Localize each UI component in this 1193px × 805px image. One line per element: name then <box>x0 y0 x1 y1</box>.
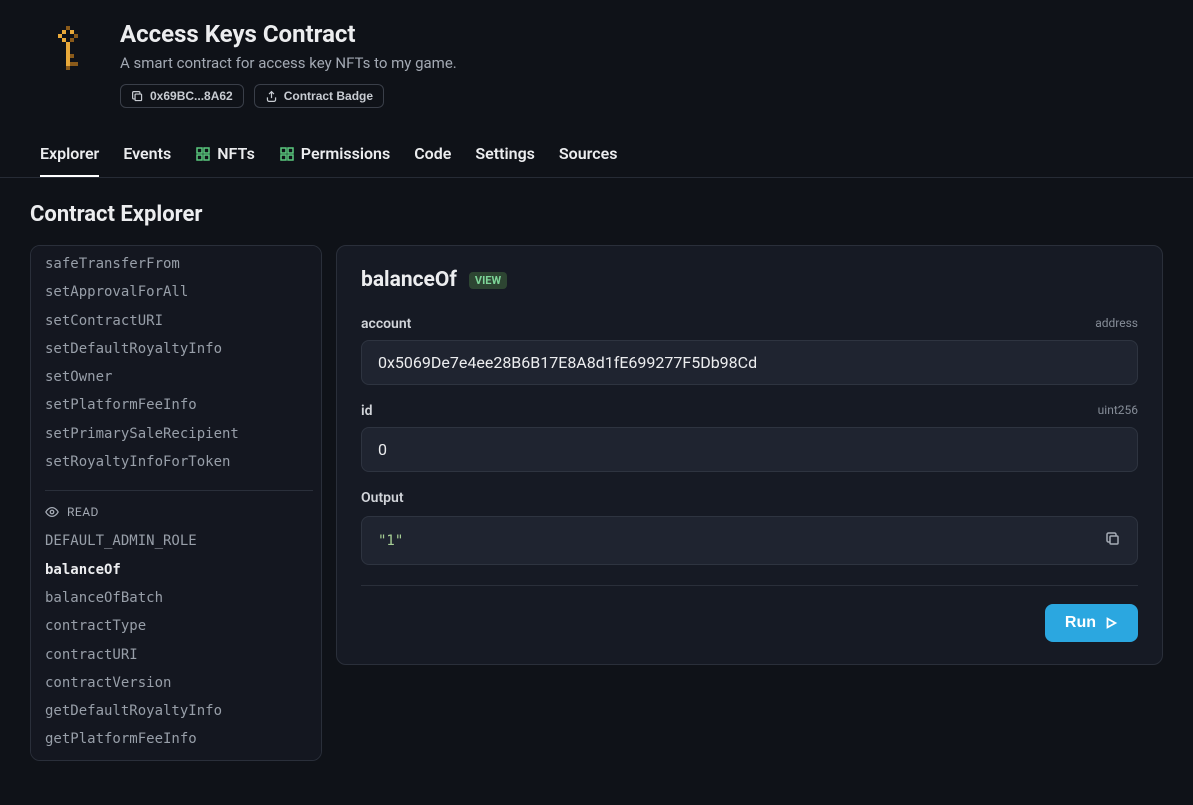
function-name: balanceOf <box>361 268 457 292</box>
main-tabs: Explorer Events NFTs Permissions Code Setting… <box>0 132 1193 178</box>
function-panel: balanceOf VIEW account address id uint256 O… <box>336 245 1163 665</box>
field-label: id <box>361 403 373 419</box>
tab-label: Sources <box>559 144 618 163</box>
sidebar-item-balanceOfBatch[interactable]: balanceOfBatch <box>45 584 313 612</box>
tab-permissions[interactable]: Permissions <box>279 132 390 177</box>
sidebar-item-contractURI[interactable]: contractURI <box>45 641 313 669</box>
tab-sources[interactable]: Sources <box>559 132 618 177</box>
tab-explorer[interactable]: Explorer <box>40 132 99 177</box>
header-text-block: Access Keys Contract A smart contract fo… <box>120 20 457 108</box>
sidebar-item-getDefaultRoyaltyInfo[interactable]: getDefaultRoyaltyInfo <box>45 697 313 725</box>
id-input[interactable] <box>361 427 1138 472</box>
sidebar-item-contractVersion[interactable]: contractVersion <box>45 669 313 697</box>
tab-label: Explorer <box>40 144 99 163</box>
panel-divider <box>361 585 1138 586</box>
tab-label: Settings <box>475 144 535 163</box>
sidebar-divider <box>45 490 313 491</box>
copy-icon <box>131 90 144 103</box>
sidebar-item-contractType[interactable]: contractType <box>45 612 313 640</box>
sidebar-item-setApprovalForAll[interactable]: setApprovalForAll <box>45 278 313 306</box>
page-title: Contract Explorer <box>0 178 1193 245</box>
sidebar-item-setContractURI[interactable]: setContractURI <box>45 307 313 335</box>
sidebar-item-getPlatformFeeInfo[interactable]: getPlatformFeeInfo <box>45 725 313 753</box>
tab-label: Permissions <box>301 144 390 163</box>
view-badge: VIEW <box>469 272 507 289</box>
sidebar-read-section: READ <box>45 505 313 527</box>
output-box: "1" <box>361 516 1138 565</box>
function-sidebar[interactable]: safeTransferFromsetApprovalForAllsetCont… <box>30 245 322 761</box>
tab-code[interactable]: Code <box>414 132 451 177</box>
eye-icon <box>45 505 59 519</box>
sidebar-item-setRoyaltyInfoForToken[interactable]: setRoyaltyInfoForToken <box>45 448 313 476</box>
copy-address-button[interactable]: 0x69BC...8A62 <box>120 84 244 108</box>
tab-settings[interactable]: Settings <box>475 132 535 177</box>
output-value: "1" <box>378 533 403 549</box>
contract-key-icon <box>40 20 96 76</box>
header-badges: 0x69BC...8A62 Contract Badge <box>120 84 457 108</box>
input-field-id: id uint256 <box>361 403 1138 490</box>
address-short: 0x69BC...8A62 <box>150 89 233 103</box>
run-row: Run <box>361 604 1138 642</box>
run-button[interactable]: Run <box>1045 604 1138 642</box>
sidebar-item-safeTransferFrom[interactable]: safeTransferFrom <box>45 250 313 278</box>
sidebar-item-setPlatformFeeInfo[interactable]: setPlatformFeeInfo <box>45 391 313 419</box>
sidebar-item-setDefaultRoyaltyInfo[interactable]: setDefaultRoyaltyInfo <box>45 335 313 363</box>
field-label: account <box>361 316 411 332</box>
input-field-account: account address <box>361 316 1138 403</box>
contract-badge-button[interactable]: Contract Badge <box>254 84 384 108</box>
tab-label: NFTs <box>217 144 255 163</box>
tab-events[interactable]: Events <box>123 132 171 177</box>
share-icon <box>265 90 278 103</box>
field-type: address <box>1095 316 1138 332</box>
copy-output-button[interactable] <box>1105 531 1121 550</box>
grid-icon <box>195 146 211 162</box>
badge-label: Contract Badge <box>284 89 373 103</box>
sidebar-item-setPrimarySaleRecipient[interactable]: setPrimarySaleRecipient <box>45 420 313 448</box>
field-type: uint256 <box>1098 403 1138 419</box>
contract-subtitle: A smart contract for access key NFTs to … <box>120 54 457 72</box>
play-icon <box>1104 616 1118 630</box>
explorer-body: safeTransferFromsetApprovalForAllsetCont… <box>0 245 1193 761</box>
tab-label: Events <box>123 144 171 163</box>
tab-nfts[interactable]: NFTs <box>195 132 255 177</box>
output-label: Output <box>361 490 1138 506</box>
tab-label: Code <box>414 144 451 163</box>
sidebar-item-setOwner[interactable]: setOwner <box>45 363 313 391</box>
run-label: Run <box>1065 614 1096 632</box>
grid-icon <box>279 146 295 162</box>
sidebar-item-getRoleAdmin[interactable]: getRoleAdmin <box>45 754 313 761</box>
account-input[interactable] <box>361 340 1138 385</box>
copy-icon <box>1105 531 1121 547</box>
contract-title: Access Keys Contract <box>120 20 457 48</box>
function-header: balanceOf VIEW <box>361 268 1138 292</box>
sidebar-item-DEFAULT_ADMIN_ROLE[interactable]: DEFAULT_ADMIN_ROLE <box>45 527 313 555</box>
sidebar-item-balanceOf[interactable]: balanceOf <box>45 556 313 584</box>
contract-header: Access Keys Contract A smart contract fo… <box>0 0 1193 108</box>
